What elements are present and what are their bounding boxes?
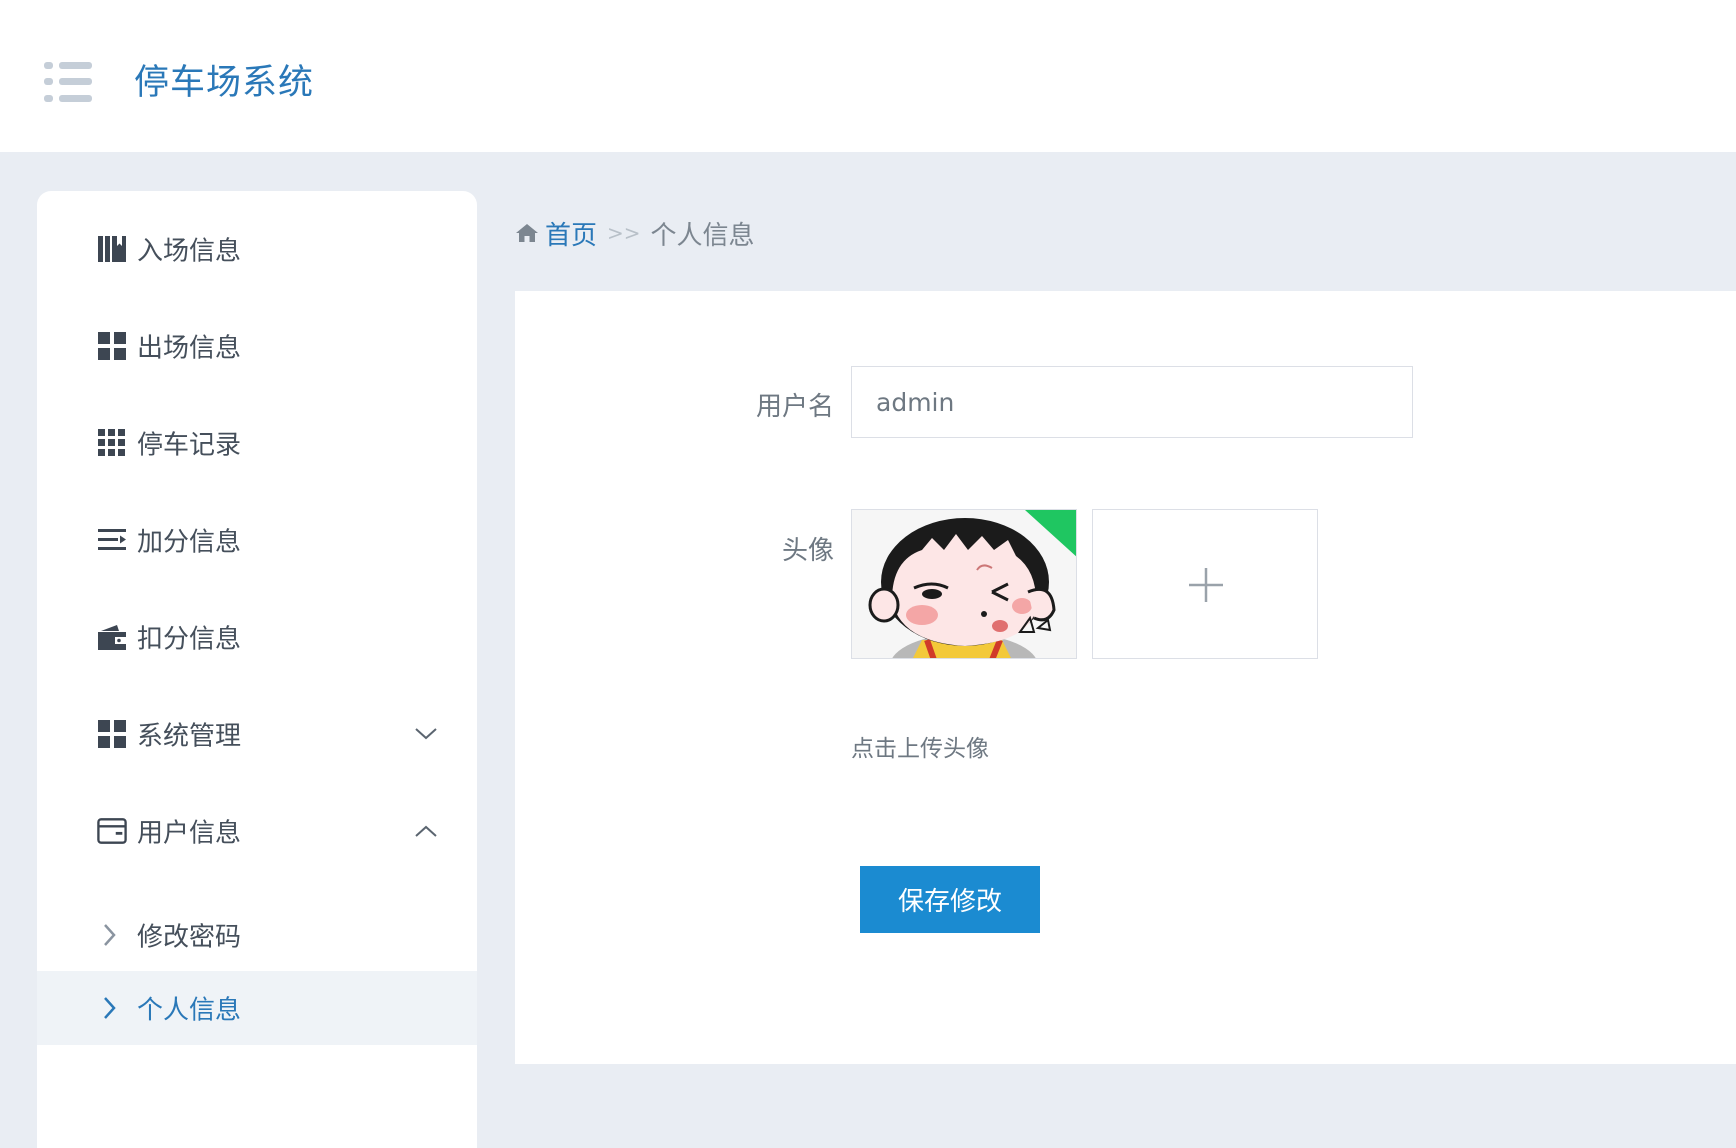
breadcrumb: 首页 >> 个人信息 <box>515 215 755 251</box>
book-icon <box>98 236 126 262</box>
sidebar-item-label: 入场信息 <box>137 236 242 267</box>
grid-icon <box>98 332 126 360</box>
sidebar-item-label: 系统管理 <box>137 721 242 752</box>
upload-avatar-hint: 点击上传头像 <box>851 736 989 762</box>
hamburger-menu-icon[interactable] <box>44 62 92 102</box>
chevron-down-icon <box>415 728 437 740</box>
username-label: 用户名 <box>755 392 834 422</box>
sidebar-item-system-management[interactable]: 系统管理 <box>37 699 477 769</box>
sidebar: 入场信息 出场信息 停车记录 加分信息 扣分信息 系统管理 用户信息 修改密码 … <box>37 191 477 1148</box>
breadcrumb-home-link[interactable]: 首页 <box>545 215 597 252</box>
sidebar-item-parking-records[interactable]: 停车记录 <box>37 408 477 478</box>
home-icon <box>516 224 538 242</box>
top-header: 停车场系统 <box>0 0 1736 152</box>
sidebar-subitem-change-password[interactable]: 修改密码 <box>37 898 477 972</box>
sidebar-item-deduction-info[interactable]: 扣分信息 <box>37 602 477 672</box>
breadcrumb-current: 个人信息 <box>650 220 755 251</box>
sidebar-item-label: 出场信息 <box>137 333 242 364</box>
cartoon-avatar-picture <box>852 510 1076 658</box>
sidebar-item-label: 用户信息 <box>137 818 242 849</box>
sidebar-subitem-personal-info[interactable]: 个人信息 <box>37 971 477 1045</box>
sidebar-item-label: 停车记录 <box>137 430 242 461</box>
avatar-label: 头像 <box>781 536 834 566</box>
chevron-right-icon <box>104 997 116 1019</box>
sidebar-item-exit-info[interactable]: 出场信息 <box>37 311 477 381</box>
sidebar-subitem-label: 修改密码 <box>137 922 242 953</box>
sidebar-item-bonus-info[interactable]: 加分信息 <box>37 505 477 575</box>
wallet-icon <box>98 625 126 650</box>
username-input[interactable] <box>851 366 1413 438</box>
card-icon <box>97 818 127 844</box>
avatar-image[interactable] <box>851 509 1077 659</box>
sidebar-item-entry-info[interactable]: 入场信息 <box>37 214 477 284</box>
sidebar-item-label: 加分信息 <box>137 527 242 558</box>
avatar-upload-button[interactable] <box>1092 509 1318 659</box>
app-title: 停车场系统 <box>134 63 315 103</box>
chevron-right-icon <box>104 924 116 946</box>
list-lines-icon <box>98 529 126 550</box>
grid-icon <box>98 720 126 748</box>
chevron-up-icon <box>415 825 437 837</box>
sidebar-subitem-label: 个人信息 <box>137 995 242 1026</box>
sidebar-item-label: 扣分信息 <box>137 624 242 655</box>
sidebar-item-user-info[interactable]: 用户信息 <box>37 796 477 866</box>
breadcrumb-separator: >> <box>607 221 641 245</box>
plus-icon <box>1189 568 1223 602</box>
grid-nine-icon <box>98 429 125 456</box>
save-button[interactable]: 保存修改 <box>860 866 1040 933</box>
